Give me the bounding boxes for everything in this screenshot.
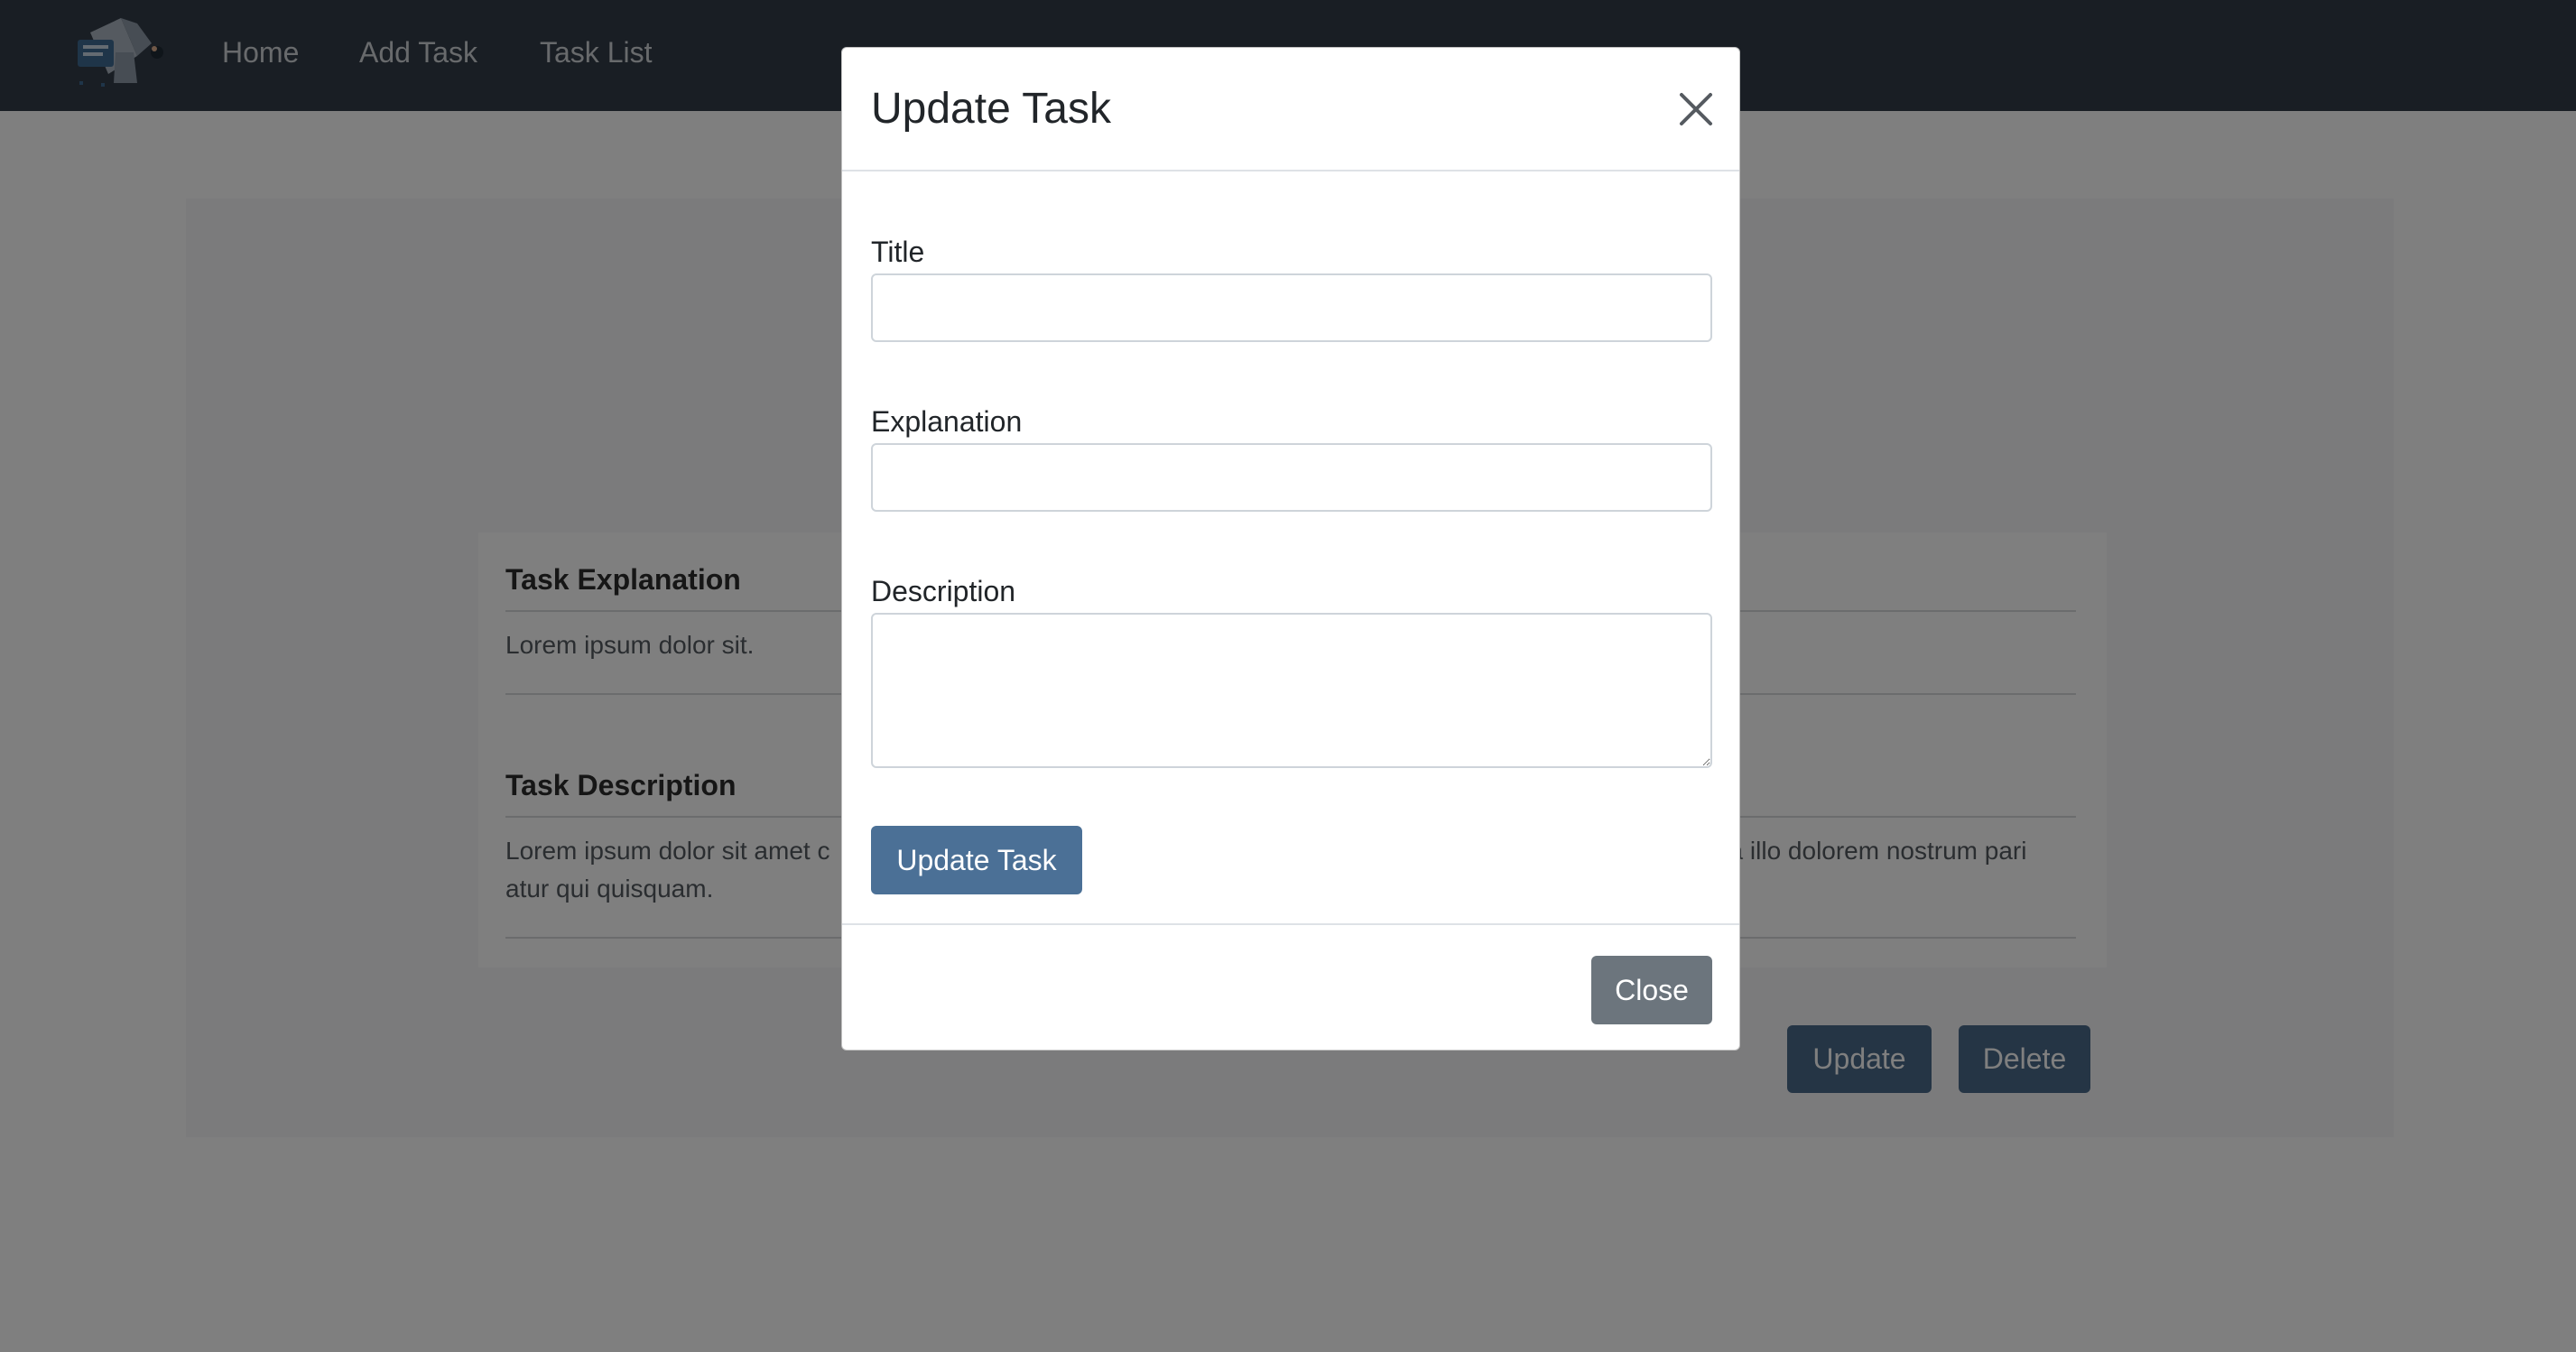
update-task-modal: Update Task Title Explanation Descriptio… [841,47,1740,1051]
modal-footer: Close [842,923,1739,1050]
explanation-field-label: Explanation [871,405,1023,438]
close-button[interactable]: Close [1591,956,1712,1024]
title-input[interactable] [871,273,1712,342]
explanation-input[interactable] [871,443,1712,512]
modal-header: Update Task [842,48,1739,171]
update-task-submit-button[interactable]: Update Task [871,826,1082,894]
modal-title: Update Task [871,85,1111,133]
description-textarea[interactable] [871,613,1712,768]
title-field-label: Title [871,236,925,268]
description-field-label: Description [871,575,1016,607]
close-icon[interactable] [1674,88,1718,131]
